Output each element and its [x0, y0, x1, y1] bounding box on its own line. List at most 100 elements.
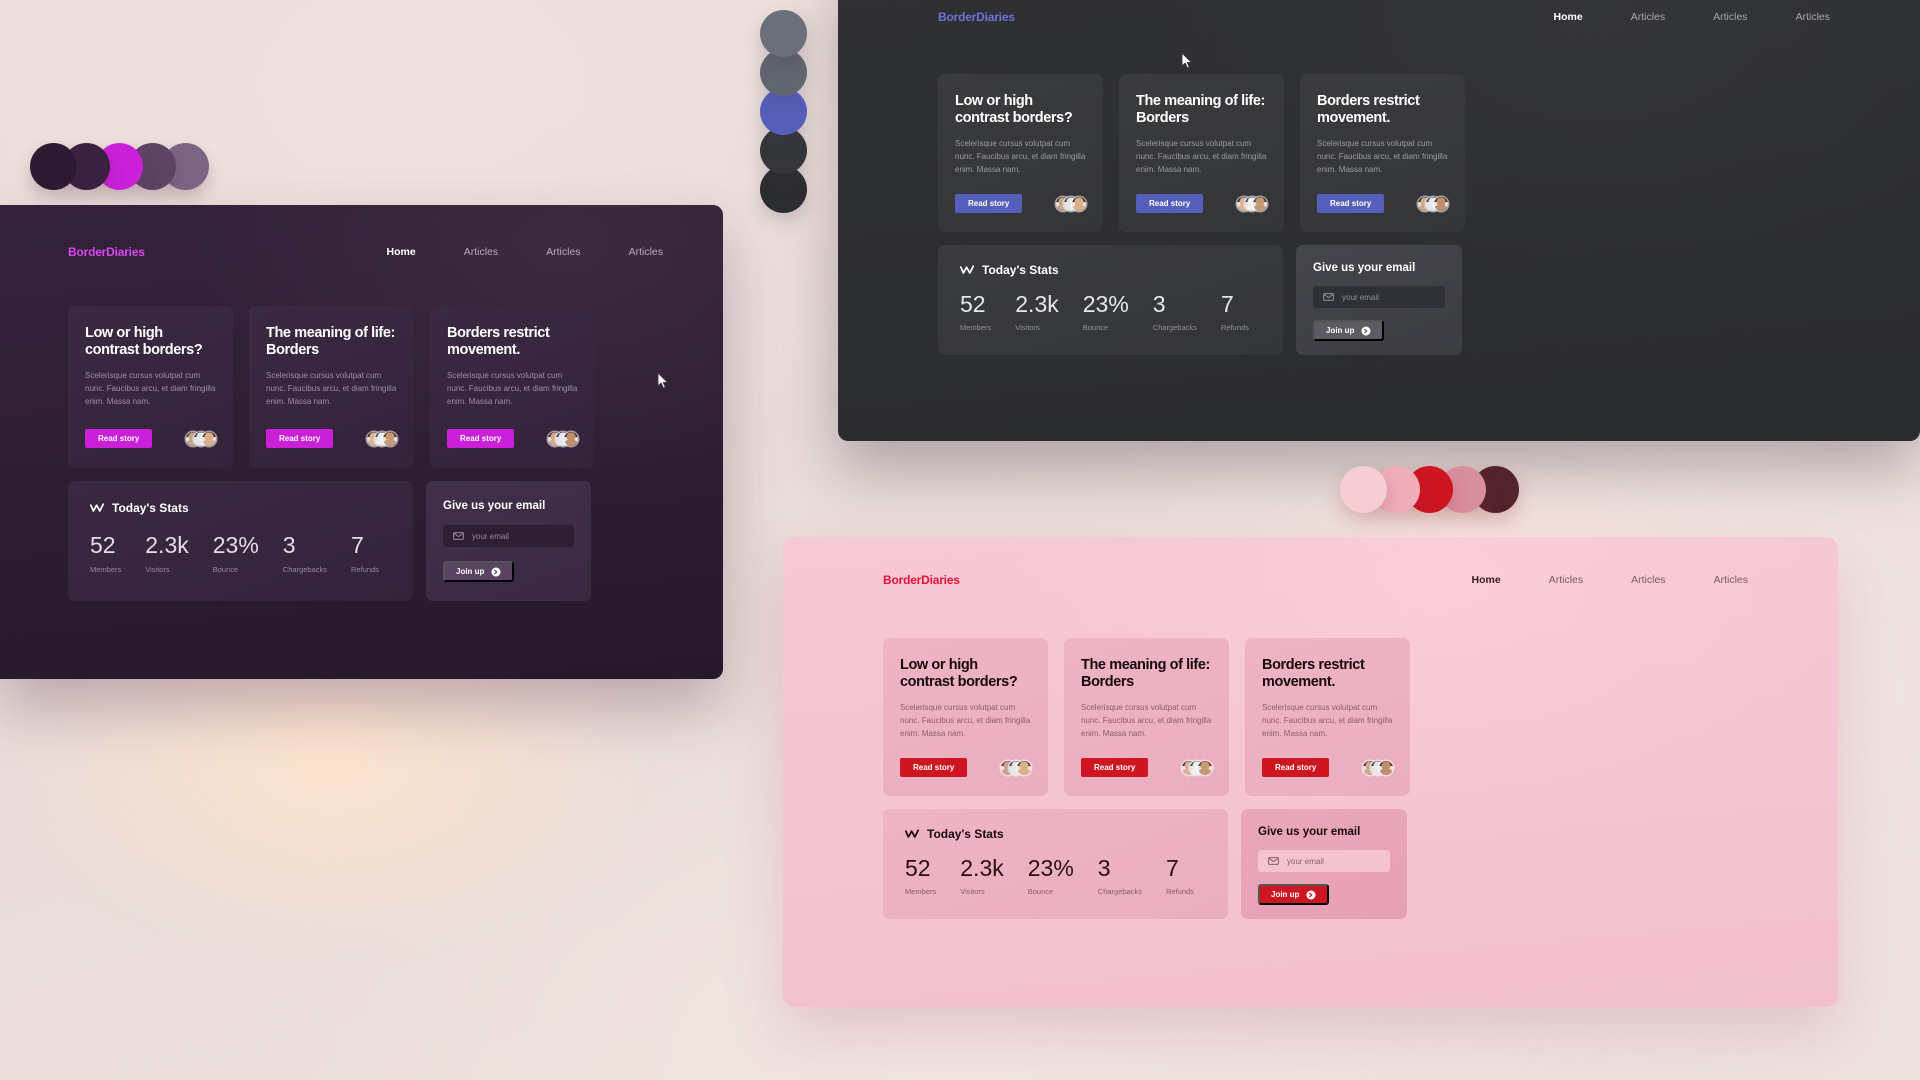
stat-value: 3	[1152, 291, 1166, 317]
join-up-button[interactable]: Join up	[443, 561, 515, 582]
nav-link-articles-2[interactable]: Articles	[1713, 11, 1747, 23]
article-excerpt: Scelerisque cursus volutpat cum nunc. Fa…	[85, 371, 216, 406]
stat-label: Chargebacks	[1152, 323, 1197, 332]
newsletter-title: Give us your email	[443, 500, 546, 512]
join-up-button[interactable]: Join up	[1313, 320, 1385, 341]
read-story-button[interactable]: Read story	[955, 194, 1023, 213]
red-palette-swatches	[1340, 466, 1519, 513]
stat-value: 3	[282, 532, 296, 558]
article-excerpt: Scelerisque cursus volutpat cum nunc. Fa…	[955, 139, 1086, 174]
stat-item: 23% Bounce	[213, 534, 259, 575]
read-story-button[interactable]: Read story	[1081, 758, 1149, 777]
nav-link-articles-1[interactable]: Articles	[464, 246, 498, 258]
reader-avatars	[1418, 196, 1448, 211]
stat-item: 3 Chargebacks	[1152, 291, 1197, 333]
article-card-footer: Read story	[1317, 194, 1448, 213]
nav-link-articles-3[interactable]: Articles	[1796, 11, 1830, 23]
article-title: Low or high contrast borders?	[85, 325, 203, 358]
article-cards: Low or high contrast borders? Scelerisqu…	[838, 24, 1920, 232]
navbar: BorderDiaries Home Articles Articles Art…	[783, 537, 1838, 587]
article-excerpt: Scelerisque cursus volutpat cum nunc. Fa…	[1081, 703, 1212, 738]
article-excerpt: Scelerisque cursus volutpat cum nunc. Fa…	[1136, 139, 1267, 174]
article-card[interactable]: Low or high contrast borders? Scelerisqu…	[883, 638, 1048, 796]
stat-value: 23%	[1082, 291, 1129, 317]
email-input[interactable]: your email	[443, 525, 574, 547]
stat-label: Members	[90, 565, 122, 574]
article-card[interactable]: Borders restrict movement. Scelerisque c…	[430, 306, 595, 468]
article-excerpt: Scelerisque cursus volutpat cum nunc. Fa…	[447, 371, 578, 406]
stat-item: 2.3k Visitors	[145, 534, 188, 575]
nav-link-articles-2[interactable]: Articles	[1631, 574, 1665, 586]
stat-label: Visitors	[960, 887, 985, 896]
avatar	[383, 431, 397, 446]
nav-links: Home Articles Articles Articles	[387, 246, 664, 258]
stat-label: Refunds	[1221, 323, 1249, 332]
read-story-button[interactable]: Read story	[447, 429, 515, 448]
join-up-label: Join up	[456, 567, 485, 576]
article-card[interactable]: The meaning of life: Borders Scelerisque…	[249, 306, 414, 468]
newsletter-card: Give us your email your email Join up	[1296, 245, 1462, 355]
article-card-footer: Read story	[266, 429, 397, 448]
brand-logo[interactable]: BorderDiaries	[68, 245, 145, 259]
brand-logo[interactable]: BorderDiaries	[938, 10, 1015, 24]
email-input[interactable]: your email	[1258, 850, 1390, 872]
email-input[interactable]: your email	[1313, 286, 1445, 308]
nav-link-articles-1[interactable]: Articles	[1631, 11, 1665, 23]
join-up-button[interactable]: Join up	[1258, 884, 1330, 905]
newsletter-card: Give us your email your email Join up	[426, 481, 591, 601]
reader-avatars	[1363, 760, 1393, 775]
stats-header: Today's Stats	[905, 827, 1206, 841]
article-title: Low or high contrast borders?	[900, 657, 1018, 690]
avatar	[1379, 760, 1393, 775]
stats-row: 52 Members 2.3k Visitors 23% Bounce 3 Charge…	[905, 857, 1206, 897]
zigzag-chart-icon	[90, 503, 104, 513]
read-story-button[interactable]: Read story	[1136, 194, 1204, 213]
pink-theme-panel[interactable]: BorderDiaries Home Articles Articles Art…	[783, 537, 1838, 1007]
avatar	[1434, 196, 1448, 211]
email-input-placeholder: your email	[1287, 856, 1324, 866]
reader-avatars	[1056, 196, 1086, 211]
read-story-button[interactable]: Read story	[1317, 194, 1385, 213]
read-story-button[interactable]: Read story	[266, 429, 334, 448]
stats-header: Today's Stats	[960, 263, 1261, 277]
stats-title: Today's Stats	[982, 263, 1059, 277]
purple-theme-panel[interactable]: BorderDiaries Home Articles Articles Art…	[0, 205, 723, 679]
avatar	[1253, 196, 1267, 211]
navbar: BorderDiaries Home Articles Articles Art…	[0, 205, 723, 259]
nav-link-home[interactable]: Home	[387, 246, 416, 258]
article-excerpt: Scelerisque cursus volutpat cum nunc. Fa…	[900, 703, 1031, 738]
article-card[interactable]: Low or high contrast borders? Scelerisqu…	[938, 74, 1103, 232]
article-card-footer: Read story	[955, 194, 1086, 213]
nav-link-home[interactable]: Home	[1472, 574, 1501, 586]
nav-link-home[interactable]: Home	[1554, 11, 1583, 23]
article-card[interactable]: The meaning of life: Borders Scelerisque…	[1119, 74, 1284, 232]
stat-item: 7 Refunds	[1221, 293, 1249, 333]
nav-link-articles-3[interactable]: Articles	[629, 246, 663, 258]
article-card[interactable]: The meaning of life: Borders Scelerisque…	[1064, 638, 1229, 796]
avatar	[1198, 760, 1212, 775]
article-card[interactable]: Borders restrict movement. Scelerisque c…	[1245, 638, 1410, 796]
article-card[interactable]: Borders restrict movement. Scelerisque c…	[1300, 74, 1465, 232]
stats-title: Today's Stats	[927, 827, 1004, 841]
color-swatch	[1340, 466, 1387, 513]
nav-link-articles-2[interactable]: Articles	[546, 246, 580, 258]
arrow-right-circle-icon	[491, 567, 501, 577]
nav-link-articles-3[interactable]: Articles	[1714, 574, 1748, 586]
read-story-button[interactable]: Read story	[1262, 758, 1330, 777]
brand-logo[interactable]: BorderDiaries	[883, 573, 960, 587]
stat-label: Refunds	[351, 565, 379, 574]
read-story-button[interactable]: Read story	[85, 429, 153, 448]
email-input-placeholder: your email	[1342, 292, 1379, 302]
article-card[interactable]: Low or high contrast borders? Scelerisqu…	[68, 306, 233, 468]
arrow-right-circle-icon	[1361, 326, 1371, 336]
nav-link-articles-1[interactable]: Articles	[1549, 574, 1583, 586]
envelope-icon	[1268, 857, 1279, 865]
article-title: Borders restrict movement.	[1317, 93, 1420, 126]
envelope-icon	[1323, 293, 1334, 301]
article-title: The meaning of life: Borders	[1136, 93, 1265, 126]
read-story-button[interactable]: Read story	[900, 758, 968, 777]
stat-label: Chargebacks	[282, 565, 327, 574]
article-card-footer: Read story	[1262, 758, 1393, 777]
stat-item: 23% Bounce	[1082, 291, 1129, 333]
dark-theme-panel[interactable]: BorderDiaries Home Articles Articles Art…	[838, 0, 1920, 441]
